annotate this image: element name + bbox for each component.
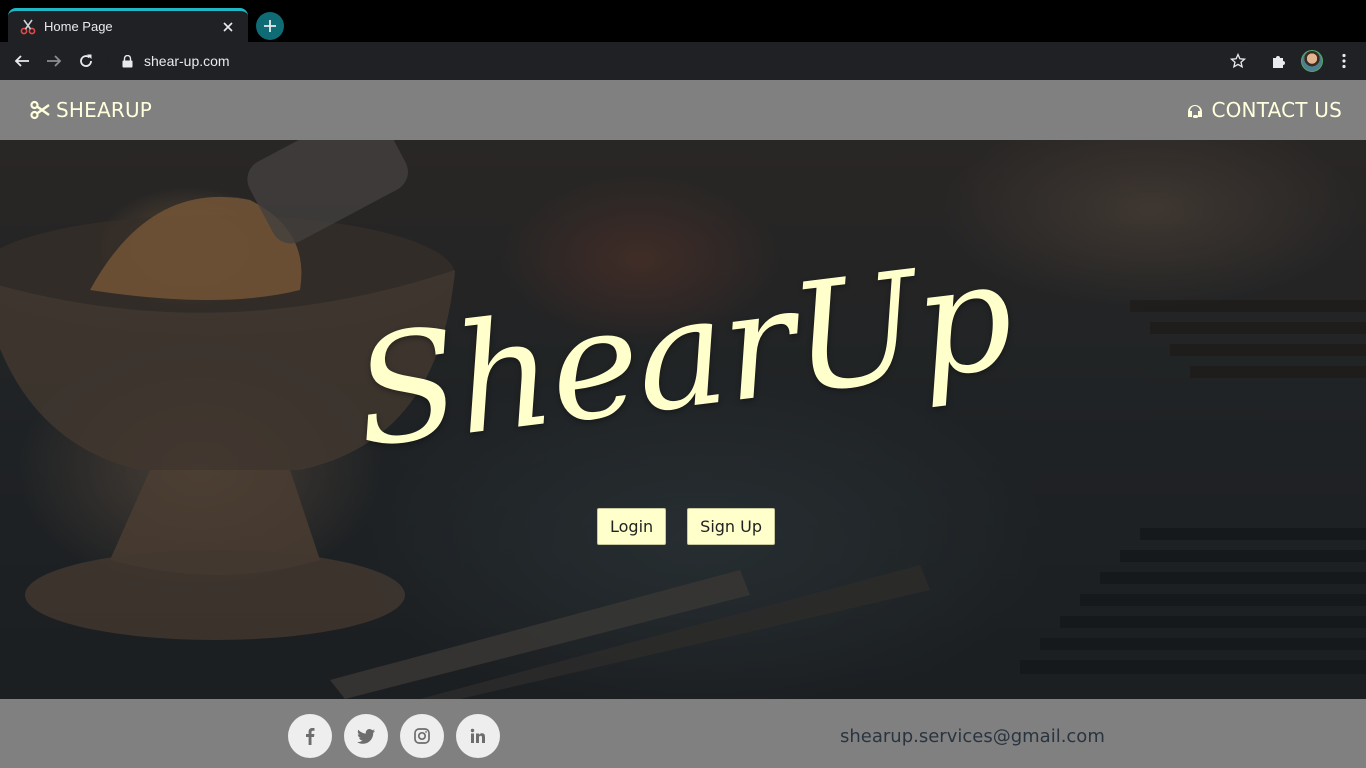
reload-icon [80,54,92,67]
web-page: SHEARUP CONTACT US ShearUp Login Sign Up… [0,80,1366,768]
hero-button-group: Login Sign Up [597,508,776,545]
linkedin-link[interactable] [456,714,500,758]
instagram-icon [414,728,430,744]
twitter-icon [357,728,375,744]
address-bar[interactable]: shear-up.com [108,47,1258,75]
forward-button[interactable] [38,45,70,77]
arrow-left-icon [14,55,29,67]
instagram-link[interactable] [400,714,444,758]
puzzle-icon [1273,56,1285,68]
facebook-icon [306,728,315,745]
social-links [288,714,500,758]
lock-icon [122,54,136,68]
contact-us-link[interactable]: CONTACT US [1185,98,1342,122]
close-tab-icon[interactable] [218,17,238,37]
browser-menu-button[interactable] [1328,45,1360,77]
email-link[interactable]: shearup.services@gmail.com [840,726,1105,747]
twitter-link[interactable] [344,714,388,758]
scissors-favicon-icon [20,19,36,35]
bookmark-star-icon[interactable] [1228,51,1248,71]
hero-section: ShearUp Login Sign Up [0,140,1366,699]
reload-button[interactable] [70,45,102,77]
browser-tab[interactable]: Home Page [8,8,248,42]
more-vertical-icon [1342,53,1346,69]
extensions-button[interactable] [1263,45,1295,77]
site-footer: shearup.services@gmail.com [0,699,1366,768]
linkedin-icon [470,728,485,743]
new-tab-button[interactable] [256,12,284,40]
profile-button[interactable] [1296,45,1328,77]
signup-button[interactable]: Sign Up [687,508,776,545]
facebook-link[interactable] [288,714,332,758]
login-button[interactable]: Login [597,508,667,545]
back-button[interactable] [6,45,38,77]
site-navbar: SHEARUP CONTACT US [0,80,1366,140]
browser-toolbar: shear-up.com [0,42,1366,80]
browser-tabstrip: Home Page [0,0,1366,42]
headset-icon [1185,100,1205,120]
tab-title: Home Page [44,19,113,34]
arrow-right-icon [47,55,62,67]
brand-label: SHEARUP [56,98,153,122]
scissors-icon [30,100,50,120]
brand-link[interactable]: SHEARUP [30,98,152,122]
avatar [1301,50,1323,72]
contact-label: CONTACT US [1211,98,1342,122]
plus-icon [264,20,276,32]
url-text: shear-up.com [144,53,230,69]
